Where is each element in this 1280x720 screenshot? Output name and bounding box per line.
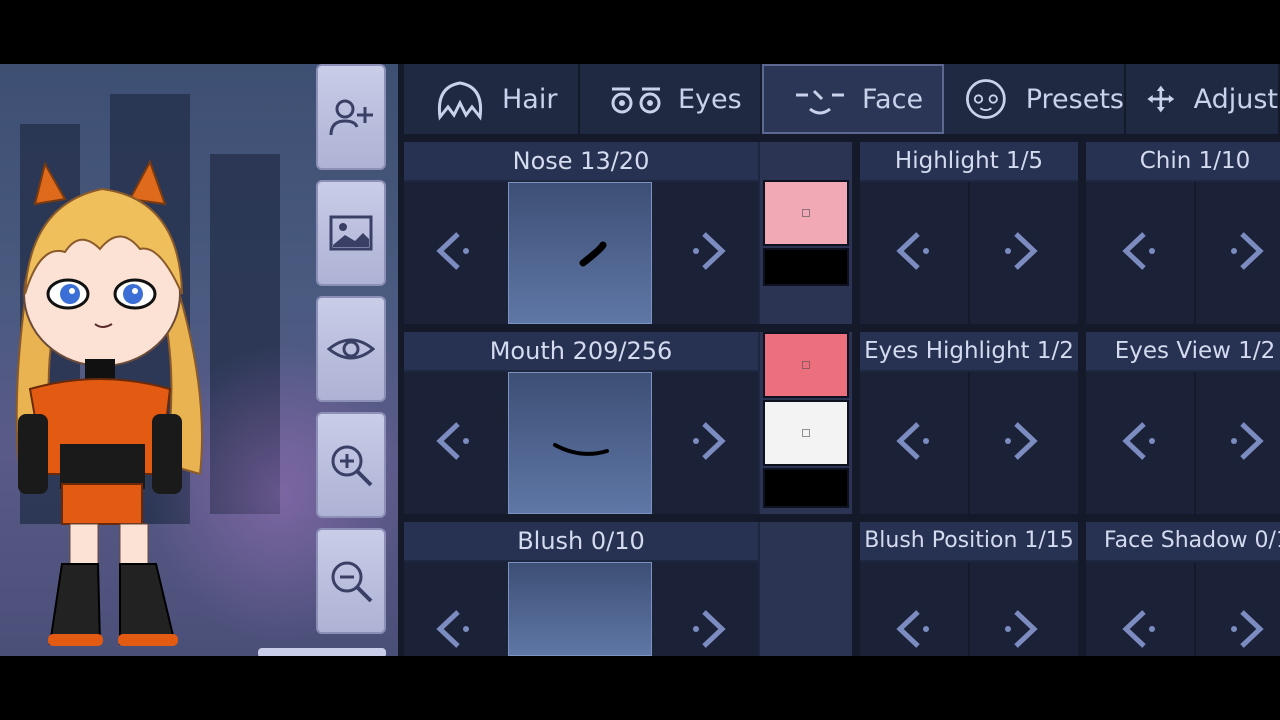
tab-presets[interactable]: Presets [944, 64, 1126, 134]
visibility-button[interactable] [316, 296, 386, 402]
presets-icon [966, 79, 1006, 119]
eyes-icon [611, 87, 661, 114]
mouth-color-swatch[interactable] [763, 332, 849, 398]
previous-arrow-icon[interactable] [888, 226, 938, 276]
zoom-out-button[interactable] [316, 528, 386, 634]
divider [1194, 372, 1196, 514]
divider [968, 372, 970, 514]
option-title: Face Shadow 0/10 [1086, 522, 1280, 560]
tab-label: Adjust [1193, 83, 1278, 115]
option-title: Eyes View 1/2 [1086, 332, 1280, 370]
blush-preview [508, 562, 652, 656]
tab-face[interactable]: Face [762, 64, 944, 134]
option-title: Chin 1/10 [1086, 142, 1280, 180]
mouth-secondary-color-swatch[interactable] [763, 400, 849, 466]
option-title: Nose 13/20 [404, 142, 758, 180]
next-arrow-icon[interactable] [1222, 604, 1272, 654]
tab-label: Eyes [678, 83, 742, 115]
divider [1194, 182, 1196, 324]
blush-option: Blush 0/10 [404, 522, 852, 656]
next-arrow-icon[interactable] [684, 604, 734, 654]
highlight-option: Highlight 1/5 [860, 142, 1078, 324]
divider [968, 562, 970, 656]
mouth-option: Mouth 209/256 [404, 332, 852, 514]
nose-color-swatch[interactable] [763, 180, 849, 246]
next-arrow-icon[interactable] [684, 226, 734, 276]
zoom-out-icon [331, 561, 373, 603]
eyes-view-option: Eyes View 1/2 [1086, 332, 1280, 514]
mouth-shape [553, 443, 609, 456]
face-icon [796, 89, 844, 115]
tab-hair[interactable]: Hair [404, 64, 580, 134]
add-character-button[interactable] [316, 64, 386, 170]
customization-panel: Hair Eyes Face Presets Adjust Nose 13/20… [398, 64, 1280, 656]
eye-icon [327, 338, 375, 360]
option-title: Blush Position 1/15 [860, 522, 1078, 560]
previous-arrow-icon[interactable] [888, 416, 938, 466]
category-tabs: Hair Eyes Face Presets Adjust [404, 64, 1280, 134]
move-icon [1147, 85, 1175, 113]
previous-arrow-icon[interactable] [428, 604, 478, 654]
option-title: Mouth 209/256 [404, 332, 758, 370]
previous-arrow-icon[interactable] [1114, 226, 1164, 276]
blush-color-column [760, 522, 852, 656]
next-arrow-icon[interactable] [996, 416, 1046, 466]
previous-arrow-icon[interactable] [888, 604, 938, 654]
swatch-marker [802, 429, 810, 437]
eyes-highlight-option: Eyes Highlight 1/2 [860, 332, 1078, 514]
face-shadow-option: Face Shadow 0/10 [1086, 522, 1280, 656]
image-icon [329, 215, 373, 251]
nose-outline-color-swatch[interactable] [763, 248, 849, 286]
divider [1194, 562, 1196, 656]
blush-position-option: Blush Position 1/15 [860, 522, 1078, 656]
nose-shape [579, 241, 607, 267]
divider [968, 182, 970, 324]
tab-label: Face [862, 83, 924, 115]
option-title: Highlight 1/5 [860, 142, 1078, 180]
nose-preview [508, 182, 652, 324]
option-title: Blush 0/10 [404, 522, 758, 560]
tab-adjust[interactable]: Adjust [1126, 64, 1280, 134]
zoom-in-button[interactable] [316, 412, 386, 518]
next-arrow-icon[interactable] [996, 226, 1046, 276]
character[interactable] [0, 144, 240, 656]
scene-toolbar [258, 64, 388, 656]
swatch-marker [802, 209, 810, 217]
next-arrow-icon[interactable] [1222, 416, 1272, 466]
previous-arrow-icon[interactable] [1114, 604, 1164, 654]
previous-arrow-icon[interactable] [428, 226, 478, 276]
zoom-in-icon [331, 445, 373, 487]
tab-eyes[interactable]: Eyes [580, 64, 762, 134]
mouth-outline-color-swatch[interactable] [763, 468, 849, 508]
hair-icon [437, 81, 483, 121]
mouth-color-column [760, 332, 852, 514]
nose-color-column [760, 142, 852, 324]
add-person-icon [329, 99, 373, 136]
tab-label: Hair [502, 83, 558, 115]
previous-arrow-icon[interactable] [1114, 416, 1164, 466]
option-title: Eyes Highlight 1/2 [860, 332, 1078, 370]
next-arrow-icon[interactable] [996, 604, 1046, 654]
next-arrow-icon[interactable] [684, 416, 734, 466]
previous-arrow-icon[interactable] [428, 416, 478, 466]
swatch-marker [802, 361, 810, 369]
chin-option: Chin 1/10 [1086, 142, 1280, 324]
scene-button-partial[interactable] [258, 648, 386, 656]
tab-label: Presets [1025, 83, 1124, 115]
mouth-preview [508, 372, 652, 514]
next-arrow-icon[interactable] [1222, 226, 1272, 276]
background-button[interactable] [316, 180, 386, 286]
game-screen: Hair Eyes Face Presets Adjust Nose 13/20… [0, 64, 1280, 656]
nose-option: Nose 13/20 [404, 142, 852, 324]
